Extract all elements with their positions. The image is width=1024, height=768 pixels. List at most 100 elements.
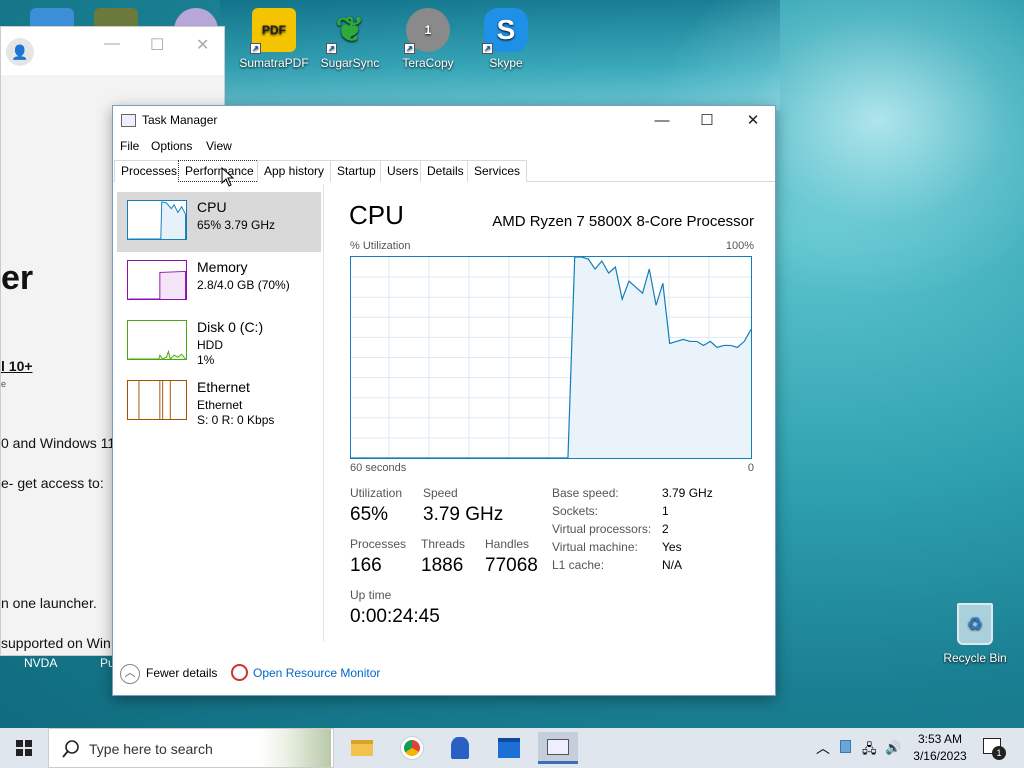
resource-name: Memory	[197, 259, 248, 275]
search-icon	[62, 740, 79, 758]
virtual-processors-label: Virtual processors:	[552, 522, 652, 536]
open-resource-monitor-link[interactable]: Open Resource Monitor	[253, 666, 380, 680]
pane-divider[interactable]	[323, 184, 324, 642]
task-manager-app-icon	[121, 114, 136, 127]
taskbar-store[interactable]	[489, 732, 529, 764]
taskbar-task-manager[interactable]	[538, 732, 578, 764]
taskbar-clock[interactable]: 3:53 AM 3/16/2023	[900, 731, 980, 765]
desktop-icon-skype[interactable]: S ↗ Skype	[468, 8, 544, 70]
threads-value: 1886	[421, 555, 464, 576]
volume-icon[interactable]: 🔊	[885, 740, 901, 756]
l1-cache-value: N/A	[662, 558, 683, 572]
resource-cpu[interactable]: CPU 65% 3.79 GHz	[117, 192, 321, 252]
resource-ethernet[interactable]: Ethernet Ethernet S: 0 R: 0 Kbps	[117, 372, 321, 432]
utilization-label: Utilization	[350, 486, 403, 500]
chrome-icon	[401, 737, 423, 759]
tab-startup[interactable]: Startup	[330, 160, 383, 182]
resource-disk[interactable]: Disk 0 (C:) HDD 1%	[117, 312, 321, 372]
menu-file[interactable]: File	[120, 139, 139, 153]
resource-detail-2: 1%	[197, 353, 215, 367]
handles-value: 77068	[485, 555, 538, 576]
base-speed-label: Base speed:	[552, 486, 619, 500]
desktop-icon-sumatrapdf[interactable]: PDF ↗ SumatraPDF	[236, 8, 312, 70]
resource-detail-2: S: 0 R: 0 Kbps	[197, 413, 275, 427]
sugarsync-icon: ❦ ↗	[326, 8, 372, 54]
handles-label: Handles	[485, 537, 530, 551]
fewer-details-link[interactable]: Fewer details	[146, 666, 217, 680]
sockets-value: 1	[662, 504, 669, 518]
task-manager-titlebar[interactable]: Task Manager — ☐ ✕	[113, 106, 775, 136]
cpu-detail-panel: CPU AMD Ryzen 7 5800X 8-Core Processor %…	[349, 184, 754, 644]
resource-memory[interactable]: Memory 2.8/4.0 GB (70%)	[117, 252, 321, 312]
network-icon[interactable]: 🖧	[862, 740, 877, 762]
resource-name: CPU	[197, 199, 227, 215]
user-avatar-icon[interactable]: 👤	[6, 38, 34, 66]
tab-performance[interactable]: Performance	[178, 160, 261, 182]
taskbar-chrome[interactable]	[392, 732, 432, 764]
notification-icon[interactable]: 1	[983, 738, 1006, 760]
taskbar-app-blue[interactable]	[440, 732, 480, 764]
speed-label: Speed	[423, 486, 458, 500]
utilization-max-label: 100%	[725, 240, 754, 252]
windows-logo-icon	[16, 740, 32, 756]
base-speed-value: 3.79 GHz	[662, 486, 713, 500]
bg-text-1: 0 and Windows 11	[1, 435, 116, 451]
close-icon[interactable]: ✕	[196, 35, 209, 55]
desktop-icon-recycle-bin[interactable]: ♻ Recycle Bin	[940, 603, 1010, 665]
taskbar-file-explorer[interactable]	[342, 732, 382, 764]
virtual-processors-value: 2	[662, 522, 669, 536]
tab-app-history[interactable]: App history	[257, 160, 332, 182]
taskbar: Type here to search ︿ 🖧 🔊 3:53 AM 3/16/2…	[0, 728, 1024, 768]
processes-label: Processes	[350, 537, 407, 551]
notification-count: 1	[992, 746, 1006, 760]
bg-bottom-label-1: NVDA	[24, 656, 58, 670]
bg-link[interactable]: l 10+	[1, 358, 33, 374]
virtual-machine-value: Yes	[662, 540, 682, 554]
bg-heading: er	[1, 259, 34, 297]
menu-bar: File Options View	[113, 136, 775, 158]
maximize-icon[interactable]: ☐	[684, 108, 730, 134]
start-button[interactable]	[0, 728, 48, 768]
chevron-up-icon[interactable]: ︿	[120, 664, 140, 684]
menu-view[interactable]: View	[206, 139, 232, 153]
task-manager-window[interactable]: Task Manager — ☐ ✕ File Options View Pro…	[112, 105, 776, 696]
desktop-icon-teracopy[interactable]: 1 ↗ TeraCopy	[390, 8, 466, 70]
resource-name: Ethernet	[197, 379, 250, 395]
minimize-icon[interactable]: —	[104, 35, 120, 53]
resource-detail: Ethernet	[197, 398, 243, 412]
teracopy-icon: 1 ↗	[404, 8, 450, 54]
resource-detail: HDD	[197, 338, 223, 352]
threads-label: Threads	[421, 537, 466, 551]
bg-text-3: n one launcher.	[1, 595, 97, 611]
search-placeholder: Type here to search	[89, 741, 213, 757]
disk-thumbnail-graph	[127, 320, 187, 360]
minimize-icon[interactable]: —	[639, 108, 685, 134]
desktop-icon-label: TeraCopy	[402, 56, 454, 70]
background-window-titlebar[interactable]: 👤 — ☐ ✕	[1, 27, 224, 75]
resource-monitor-icon[interactable]	[231, 664, 248, 681]
clock-time: 3:53 AM	[917, 732, 963, 746]
l1-cache-label: L1 cache:	[552, 558, 605, 572]
app-icon	[451, 737, 469, 759]
tab-services[interactable]: Services	[467, 160, 528, 182]
uptime-label: Up time	[350, 588, 392, 602]
resource-detail: 2.8/4.0 GB (70%)	[197, 278, 290, 292]
maximize-icon[interactable]: ☐	[150, 35, 164, 55]
menu-options[interactable]: Options	[151, 139, 192, 153]
tab-users[interactable]: Users	[380, 160, 426, 182]
processor-name: AMD Ryzen 7 5800X 8-Core Processor	[492, 213, 754, 230]
tab-details[interactable]: Details	[420, 160, 471, 182]
utilization-axis-label: % Utilization	[350, 240, 411, 252]
tab-processes[interactable]: Processes	[114, 160, 185, 182]
desktop-icon-label: SugarSync	[320, 56, 380, 70]
skype-icon: S ↗	[482, 8, 528, 54]
chevron-up-icon[interactable]: ︿	[816, 738, 830, 758]
desktop-icon-label: Skype	[489, 56, 523, 70]
desktop-icon-sugarsync[interactable]: ❦ ↗ SugarSync	[312, 8, 388, 70]
close-icon[interactable]: ✕	[730, 108, 776, 134]
clock-date: 3/16/2023	[913, 749, 967, 763]
time-axis-min-label: 0	[747, 462, 754, 474]
tray-app-icon[interactable]	[840, 740, 851, 753]
taskbar-search-box[interactable]: Type here to search	[48, 728, 334, 768]
cpu-thumbnail-graph	[127, 200, 187, 240]
